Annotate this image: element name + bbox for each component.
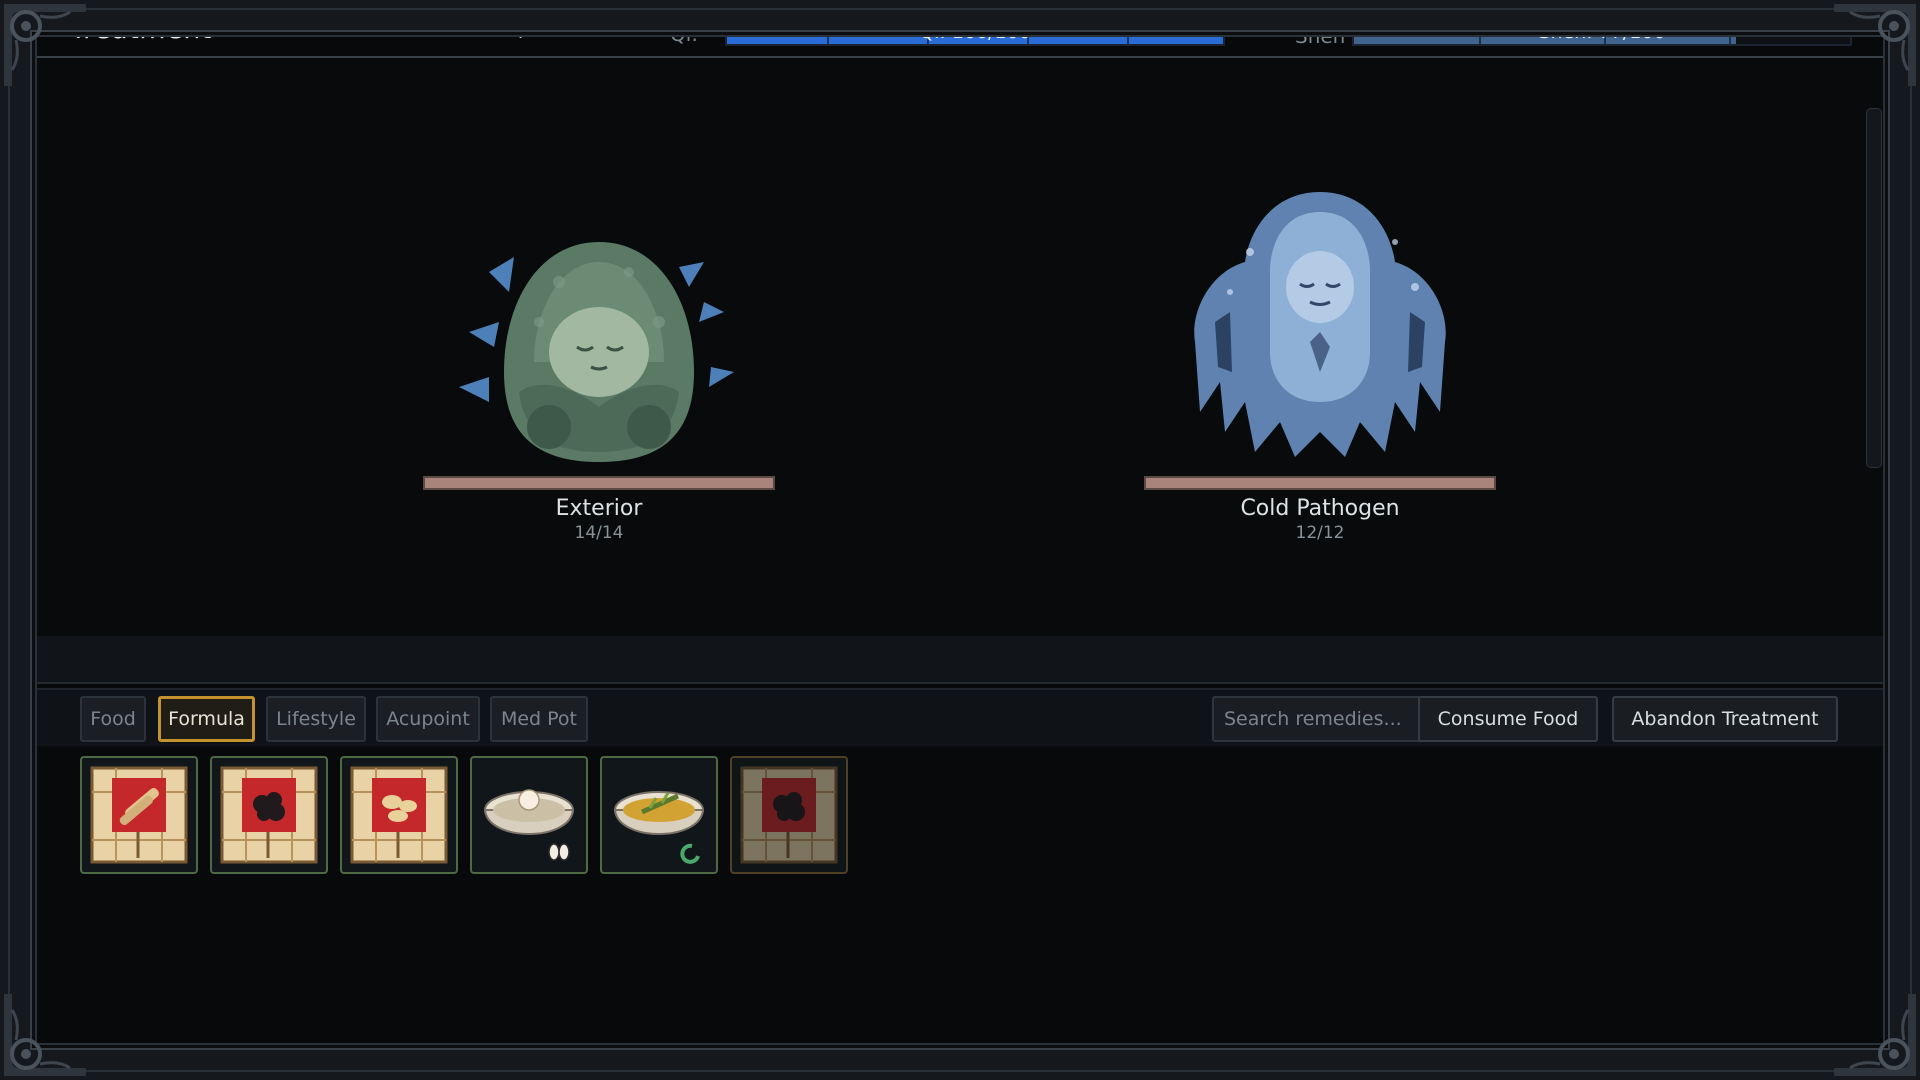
inventory-slot[interactable] [80, 756, 198, 874]
congee-bowl-icon [483, 789, 575, 861]
qi-label: Qi: [670, 22, 699, 46]
tab-acupoint[interactable]: Acupoint [376, 696, 480, 742]
tab-med-pot[interactable]: Med Pot [490, 696, 588, 742]
qi-bar: Qi: 100/100 [725, 16, 1225, 46]
tab-formula[interactable]: Formula [158, 696, 255, 742]
enemy-name: Cold Pathogen [1240, 496, 1400, 521]
inventory-slot[interactable] [210, 756, 328, 874]
shen-label: Shen [1295, 24, 1346, 48]
search-input[interactable] [1212, 696, 1435, 742]
soup-bowl-icon [613, 791, 705, 864]
shen-bar-text: Shen: 77/100 [1538, 21, 1666, 43]
inventory-slot[interactable] [600, 756, 718, 874]
abandon-treatment-button[interactable]: Abandon Treatment [1612, 696, 1838, 742]
inventory-grid [34, 746, 1886, 1046]
ice-ghost-icon [1194, 192, 1446, 457]
scrollbar[interactable] [1866, 108, 1882, 468]
action-bar: Food Formula Lifestyle Acupoint Med Pot … [34, 688, 1886, 746]
divider-strip [34, 636, 1886, 684]
enemy-name: Exterior [555, 496, 643, 521]
enemy-hp-text: 12/12 [1295, 523, 1345, 543]
top-bar: Treatment Turn 1/3 Qi: Qi: 100/100 Shen … [30, 6, 1890, 58]
inventory-slot[interactable] [730, 756, 848, 874]
enemy-hp-bar [1144, 476, 1496, 490]
tab-food[interactable]: Food [80, 696, 146, 742]
mossy-spirit-icon [459, 242, 734, 462]
herb-scroll-dark-icon [220, 766, 318, 864]
battle-area: Exterior 14/14 Cold Pathogen 12/12 [34, 58, 1886, 636]
turn-counter: Turn 1/3 [455, 17, 540, 41]
game-screen: Treatment Turn 1/3 Qi: Qi: 100/100 Shen … [0, 0, 1920, 1080]
inventory-slot[interactable] [340, 756, 458, 874]
enemy-hp-bar [423, 476, 775, 490]
enemy-hp-text: 14/14 [574, 523, 624, 543]
herb-scroll-dark-icon [740, 766, 838, 864]
inventory-slot[interactable] [470, 756, 588, 874]
screen-title: Treatment [70, 14, 212, 45]
shen-bar: Shen: 77/100 [1352, 16, 1852, 46]
herb-scroll-pieces-icon [350, 766, 448, 864]
tab-lifestyle[interactable]: Lifestyle [266, 696, 366, 742]
enemy-exterior[interactable]: Exterior 14/14 [423, 172, 775, 543]
qi-bar-text: Qi: 100/100 [919, 21, 1031, 43]
consume-food-button[interactable]: Consume Food [1418, 696, 1598, 742]
herb-scroll-sticks-icon [90, 766, 188, 864]
enemy-cold-pathogen[interactable]: Cold Pathogen 12/12 [1144, 172, 1496, 543]
